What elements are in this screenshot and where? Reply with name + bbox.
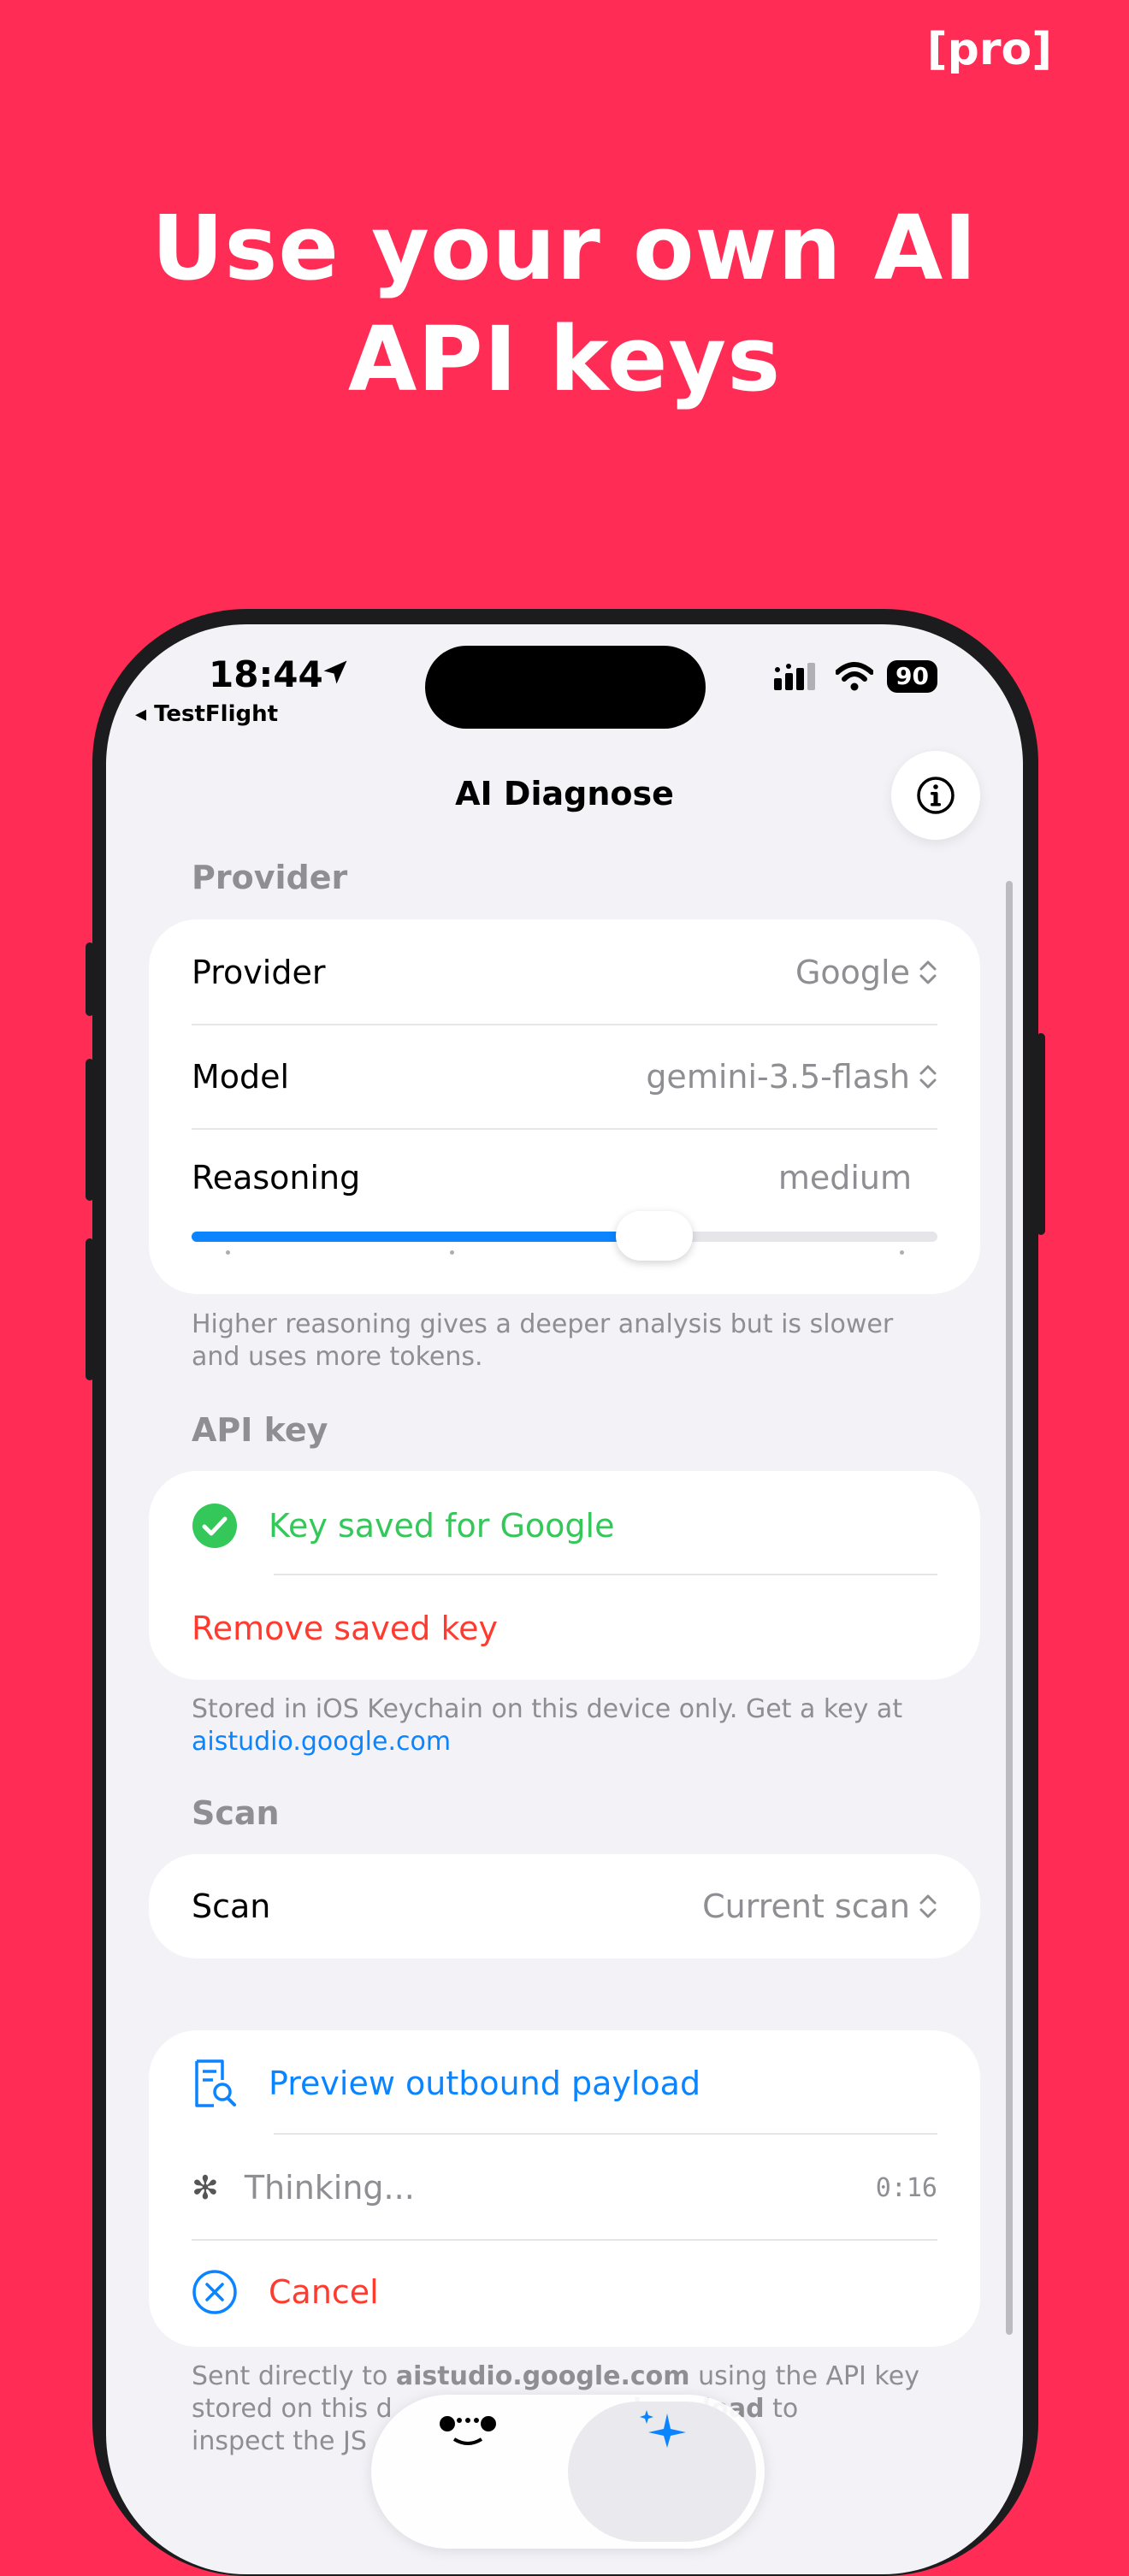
- side-button: [86, 1059, 94, 1201]
- scan-value: Current scan: [702, 1888, 910, 1925]
- api-key-footnote-text: Stored in iOS Keychain on this device on…: [192, 1694, 903, 1724]
- provider-picker[interactable]: Provider Google: [192, 945, 937, 1000]
- reasoning-label: Reasoning: [192, 1159, 361, 1196]
- info-button[interactable]: [891, 751, 980, 840]
- section-header-scan: Scan: [192, 1794, 280, 1832]
- chevron-up-down-icon: [919, 1894, 937, 1918]
- location-arrow-icon: [323, 660, 347, 684]
- provider-label: Provider: [192, 954, 326, 991]
- slider-tick: [450, 1250, 454, 1255]
- thinking-label: Thinking...: [244, 2169, 415, 2207]
- divider: [192, 1024, 937, 1025]
- slider-fill: [192, 1232, 654, 1242]
- api-key-card: Key saved for Google Remove saved key: [149, 1471, 980, 1680]
- pro-badge: [pro]: [926, 24, 1052, 75]
- wifi-icon: [836, 662, 874, 691]
- provider-card: Provider Google Model gemini-3.5-flash R…: [149, 919, 980, 1294]
- side-button: [1037, 1033, 1045, 1235]
- divider: [192, 2239, 937, 2241]
- side-button: [86, 942, 94, 1016]
- checkmark-circle-icon: [192, 1504, 237, 1548]
- cellular-signal-icon: [774, 663, 816, 690]
- provider-value: Google: [795, 954, 910, 991]
- section-header-api-key: API key: [192, 1411, 328, 1449]
- chevron-up-down-icon: [919, 1065, 937, 1089]
- status-icons: 90: [774, 660, 937, 693]
- preview-payload-button[interactable]: Preview outbound payload: [192, 2056, 937, 2111]
- cancel-button[interactable]: Cancel: [192, 2265, 937, 2319]
- api-key-footnote: Stored in iOS Keychain on this device on…: [192, 1693, 929, 1758]
- thinking-row: ✻ Thinking... 0:16: [192, 2160, 937, 2215]
- actions-card: Preview outbound payload ✻ Thinking... 0…: [149, 2030, 980, 2347]
- preview-payload-label: Preview outbound payload: [269, 2065, 701, 2102]
- model-value: gemini-3.5-flash: [646, 1058, 910, 1096]
- slider-tick: [226, 1250, 230, 1255]
- promo-headline: Use your own AI API keys: [151, 196, 978, 411]
- battery-icon: 90: [887, 660, 937, 693]
- cancel-label: Cancel: [269, 2273, 379, 2311]
- remove-saved-key-button[interactable]: Remove saved key: [192, 1601, 937, 1656]
- page-title: AI Diagnose: [455, 775, 674, 812]
- slider-thumb[interactable]: [615, 1211, 693, 1261]
- document-search-icon: [195, 2059, 236, 2107]
- tab-scan-icon[interactable]: [435, 2414, 500, 2448]
- status-time: 18:44: [209, 653, 323, 695]
- scroll-indicator[interactable]: [1006, 881, 1013, 2335]
- reasoning-row: Reasoning medium: [192, 1152, 937, 1203]
- cancel-circle-icon: [192, 2270, 237, 2314]
- side-button: [86, 1238, 94, 1380]
- key-status-text: Key saved for Google: [269, 1507, 615, 1545]
- back-to-testflight[interactable]: ◂ TestFlight: [135, 701, 278, 727]
- model-label: Model: [192, 1058, 290, 1096]
- aistudio-link[interactable]: aistudio.google.com: [192, 1726, 929, 1758]
- scan-picker[interactable]: Scan Current scan: [192, 1879, 937, 1934]
- reasoning-value: medium: [777, 1159, 912, 1196]
- tab-ai-sparkles-icon[interactable]: [633, 2407, 693, 2448]
- asterisk-icon: ✻: [192, 2169, 219, 2207]
- dynamic-island: [425, 646, 706, 729]
- key-status-row: Key saved for Google: [192, 1498, 937, 1553]
- phone-screen: 18:44 ◂ TestFlight 90 AI Diagnose Provid…: [106, 624, 1023, 2574]
- tab-bar: [371, 2395, 765, 2549]
- scan-label: Scan: [192, 1888, 271, 1925]
- chevron-up-down-icon: [919, 960, 937, 984]
- section-header-provider: Provider: [192, 859, 348, 896]
- info-icon: [917, 777, 955, 814]
- slider-tick: [900, 1250, 904, 1255]
- divider: [192, 1128, 937, 1130]
- model-picker[interactable]: Model gemini-3.5-flash: [192, 1049, 937, 1104]
- reasoning-footnote: Higher reasoning gives a deeper analysis…: [192, 1309, 894, 1372]
- reasoning-slider[interactable]: [192, 1211, 937, 1261]
- elapsed-timer: 0:16: [875, 2172, 937, 2203]
- divider: [274, 2133, 937, 2135]
- scan-card: Scan Current scan: [149, 1854, 980, 1959]
- divider: [274, 1574, 937, 1575]
